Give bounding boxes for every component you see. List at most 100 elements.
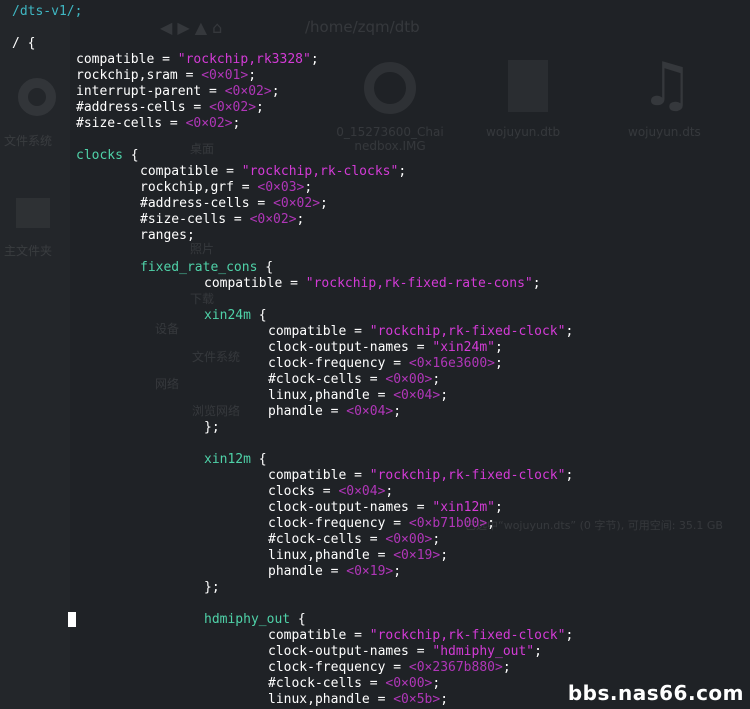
property-line: #clock-cells = <0×00>; [268, 532, 441, 547]
property-line: compatible = "rockchip,rk-fixed-clock"; [268, 628, 574, 643]
property-value: <0×19> [346, 564, 394, 579]
property-key: #size-cells [76, 116, 163, 131]
property-line: #size-cells = <0×02>; [76, 116, 241, 131]
property-line: phandle = <0×19>; [268, 564, 402, 579]
property-value: "xin24m" [432, 340, 495, 355]
code-plain-line: }; [204, 420, 220, 435]
property-line: clock-output-names = "xin24m"; [268, 340, 503, 355]
node-name: xin12m [204, 452, 251, 467]
property-value: <0×b71b00> [408, 516, 488, 531]
property-value: <0×2367b880> [408, 660, 503, 675]
property-key: #clock-cells [268, 372, 362, 387]
node-name: xin24m [204, 308, 251, 323]
property-line: #address-cells = <0×02>; [140, 196, 328, 211]
property-key: phandle [268, 404, 323, 419]
property-value: <0×00> [385, 676, 433, 691]
property-line: interrupt-parent = <0×02>; [76, 84, 280, 99]
property-value: "rockchip,rk-fixed-clock" [369, 324, 566, 339]
property-key: clock-output-names [268, 644, 409, 659]
text-cursor [68, 612, 76, 627]
property-line: compatible = "rockchip,rk-fixed-clock"; [268, 468, 574, 483]
property-line: phandle = <0×04>; [268, 404, 402, 419]
property-key: linux,phandle [268, 692, 370, 707]
property-value: "hdmiphy_out" [432, 644, 535, 659]
terminal-output[interactable]: /dts-v1/; / { compatible = "rockchip,rk3… [0, 0, 750, 709]
root-node-open: / { [12, 36, 36, 51]
property-line: #address-cells = <0×02>; [76, 100, 264, 115]
watermark: bbs.nas66.com [567, 681, 744, 705]
property-line: clock-output-names = "hdmiphy_out"; [268, 644, 542, 659]
desktop: ◀ ▶ ▲ ⌂ /home/zqm/dtb 文件系统 主文件夹 ♫ 0_1527… [0, 0, 750, 709]
node-hdmiphy-out: hdmiphy_out { [204, 612, 306, 627]
property-line: compatible = "rockchip,rk-fixed-clock"; [268, 324, 574, 339]
property-key: #address-cells [76, 100, 186, 115]
property-value: "rockchip,rk-clocks" [241, 164, 399, 179]
dts-version-header: /dts-v1/; [12, 4, 83, 19]
property-line: #size-cells = <0×02>; [140, 212, 305, 227]
property-key: #clock-cells [268, 532, 362, 547]
property-key: clock-frequency [268, 516, 386, 531]
property-key: compatible [204, 276, 283, 291]
property-value: <0×5b> [393, 692, 441, 707]
node-name: fixed_rate_cons [140, 260, 258, 275]
property-key: compatible [268, 628, 347, 643]
node-fixed-rate-cons: fixed_rate_cons { [140, 260, 274, 275]
property-key: #size-cells [140, 212, 227, 227]
property-line: compatible = "rockchip,rk3328"; [76, 52, 319, 67]
property-key: compatible [268, 468, 347, 483]
property-line: clock-output-names = "xin12m"; [268, 500, 503, 515]
property-key: linux,phandle [268, 388, 370, 403]
property-line: clock-frequency = <0×b71b00>; [268, 516, 495, 531]
property-key: phandle [268, 564, 323, 579]
node-xin24m: xin24m { [204, 308, 267, 323]
property-value: <0×04> [338, 484, 386, 499]
property-key: clock-output-names [268, 500, 409, 515]
property-line: clocks = <0×04>; [268, 484, 394, 499]
node-clocks: clocks { [76, 148, 139, 163]
property-value: <0×19> [393, 548, 441, 563]
property-key: clock-output-names [268, 340, 409, 355]
property-key: #address-cells [140, 196, 250, 211]
property-key: linux,phandle [268, 548, 370, 563]
property-value: "rockchip,rk3328" [177, 52, 311, 67]
property-key: #clock-cells [268, 676, 362, 691]
property-line: rockchip,sram = <0×01>; [76, 68, 257, 83]
property-value: <0×02> [185, 116, 233, 131]
property-key: clocks [268, 484, 315, 499]
property-value: <0×02> [209, 100, 257, 115]
property-key: rockchip,grf [140, 180, 234, 195]
property-value: <0×01> [201, 68, 249, 83]
property-key: clock-frequency [268, 660, 386, 675]
property-key: compatible [140, 164, 219, 179]
property-value: <0×03> [257, 180, 305, 195]
node-xin12m: xin12m { [204, 452, 267, 467]
property-value: "xin12m" [432, 500, 495, 515]
property-value: <0×02> [224, 84, 272, 99]
property-value: "rockchip,rk-fixed-rate-cons" [305, 276, 533, 291]
property-key: interrupt-parent [76, 84, 202, 99]
property-line: #clock-cells = <0×00>; [268, 676, 441, 691]
property-line: rockchip,grf = <0×03>; [140, 180, 313, 195]
property-value: <0×00> [385, 532, 433, 547]
property-value: <0×02> [249, 212, 297, 227]
property-line: linux,phandle = <0×5b>; [268, 692, 449, 707]
property-line: clock-frequency = <0×2367b880>; [268, 660, 511, 675]
property-value: <0×16e3600> [408, 356, 495, 371]
property-value: <0×04> [346, 404, 394, 419]
property-value: "rockchip,rk-fixed-clock" [369, 468, 566, 483]
property-line: #clock-cells = <0×00>; [268, 372, 441, 387]
property-line: linux,phandle = <0×19>; [268, 548, 449, 563]
property-value: <0×02> [273, 196, 321, 211]
property-line: compatible = "rockchip,rk-fixed-rate-con… [204, 276, 541, 291]
property-key: clock-frequency [268, 356, 386, 371]
node-name: hdmiphy_out [204, 612, 291, 627]
node-name: clocks [76, 148, 123, 163]
code-plain-line: }; [204, 580, 220, 595]
property-line: clock-frequency = <0×16e3600>; [268, 356, 503, 371]
property-value: <0×04> [393, 388, 441, 403]
property-key: rockchip,sram [76, 68, 178, 83]
code-plain-line: ranges; [140, 228, 195, 243]
property-key: compatible [76, 52, 155, 67]
property-value: "rockchip,rk-fixed-clock" [369, 628, 566, 643]
property-line: compatible = "rockchip,rk-clocks"; [140, 164, 407, 179]
